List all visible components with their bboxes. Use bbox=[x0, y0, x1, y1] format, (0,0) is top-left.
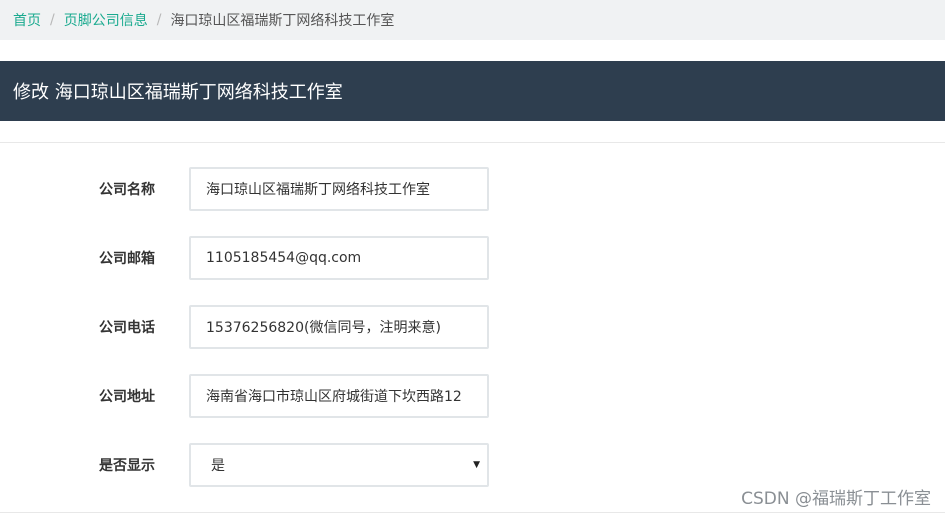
breadcrumb-separator: / bbox=[50, 12, 55, 28]
caret-down-icon: ▼ bbox=[473, 460, 480, 470]
company-email-input[interactable]: 1105185454@qq.com bbox=[189, 236, 489, 280]
company-name-input[interactable]: 海口琼山区福瑞斯丁网络科技工作室 bbox=[189, 167, 489, 211]
company-phone-label: 公司电话 bbox=[99, 320, 155, 336]
form-row-company-name: 公司名称 海口琼山区福瑞斯丁网络科技工作室 bbox=[0, 167, 945, 211]
panel-header: 修改 海口琼山区福瑞斯丁网络科技工作室 bbox=[0, 61, 945, 121]
breadcrumb-current: 海口琼山区福瑞斯丁网络科技工作室 bbox=[170, 13, 395, 29]
breadcrumb: 首页 / 页脚公司信息 / 海口琼山区福瑞斯丁网络科技工作室 bbox=[0, 0, 945, 40]
display-label: 是否显示 bbox=[99, 458, 155, 474]
divider bbox=[0, 142, 945, 143]
display-select-value: 是 bbox=[211, 458, 225, 474]
company-address-input[interactable]: 海南省海口市琼山区府城街道下坎西路12 bbox=[189, 374, 489, 418]
company-phone-input[interactable]: 15376256820(微信同号，注明来意) bbox=[189, 305, 489, 349]
watermark: CSDN @福瑞斯丁工作室 bbox=[741, 489, 931, 509]
panel-title: 修改 海口琼山区福瑞斯丁网络科技工作室 bbox=[13, 82, 343, 103]
company-address-label: 公司地址 bbox=[99, 389, 155, 405]
divider bbox=[0, 512, 945, 513]
form-row-company-phone: 公司电话 15376256820(微信同号，注明来意) bbox=[0, 305, 945, 349]
display-select[interactable]: 是 ▼ bbox=[189, 443, 489, 487]
form-row-company-address: 公司地址 海南省海口市琼山区府城街道下坎西路12 bbox=[0, 374, 945, 418]
breadcrumb-section-link[interactable]: 页脚公司信息 bbox=[64, 10, 148, 30]
form-row-company-email: 公司邮箱 1105185454@qq.com bbox=[0, 236, 945, 280]
form-row-display: 是否显示 是 ▼ bbox=[0, 443, 945, 487]
breadcrumb-home-link[interactable]: 首页 bbox=[13, 10, 41, 30]
company-name-label: 公司名称 bbox=[99, 182, 155, 198]
breadcrumb-separator: / bbox=[156, 12, 162, 28]
company-email-label: 公司邮箱 bbox=[99, 251, 155, 267]
